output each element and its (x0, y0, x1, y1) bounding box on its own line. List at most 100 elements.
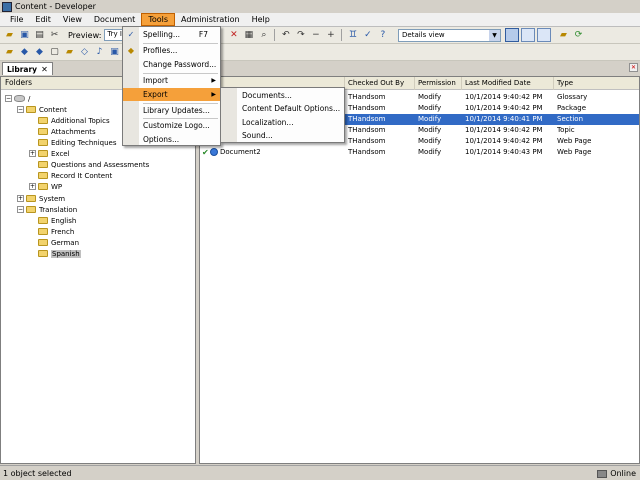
link-icon[interactable]: ◇ (78, 46, 91, 59)
menu-view[interactable]: View (57, 14, 88, 25)
checkout-icon[interactable]: ◆ (33, 46, 46, 59)
tree-node-attachments[interactable]: Attachments (38, 126, 96, 137)
menu-item-spelling[interactable]: ✓ Spelling... F7 (123, 28, 220, 41)
tree-node-record-it[interactable]: Record It Content (38, 170, 112, 181)
menu-item-library-updates[interactable]: Library Updates... (123, 104, 220, 117)
spelling-icon[interactable]: ✓ (361, 29, 374, 42)
cell-type: Web Page (557, 137, 592, 145)
tree-node-additional-topics[interactable]: Additional Topics (38, 115, 110, 126)
package-icon[interactable]: ▣ (108, 46, 121, 59)
menu-item-label: Sound... (242, 131, 273, 140)
open-folder-icon[interactable]: ▰ (3, 29, 16, 42)
tab-library[interactable]: Library ✕ (2, 62, 53, 75)
collapse-icon[interactable]: − (17, 206, 24, 213)
tree-node-label: System (39, 194, 66, 203)
tree-node-wp[interactable]: + WP (29, 181, 62, 192)
menu-item-export[interactable]: Export ▶ (123, 88, 220, 101)
cell-permission: Modify (418, 93, 442, 101)
print-icon[interactable]: ▤ (33, 29, 46, 42)
expand-icon[interactable]: + (17, 195, 24, 202)
menu-item-change-password[interactable]: Change Password... (123, 58, 220, 71)
tree-node-french[interactable]: French (38, 226, 74, 237)
table-row[interactable]: ✔ Document2 THandsom Modify 10/1/2014 9:… (200, 147, 639, 158)
column-permission[interactable]: Permission (415, 77, 462, 90)
menu-help[interactable]: Help (246, 14, 276, 25)
folder-icon (26, 206, 36, 213)
help-icon[interactable]: ? (376, 29, 389, 42)
folder-icon (38, 217, 48, 224)
tree-node-label: Excel (51, 149, 70, 158)
tree-node-german[interactable]: German (38, 237, 79, 248)
menu-item-profiles[interactable]: ◆ Profiles... (123, 44, 220, 57)
cut-icon[interactable]: ✂ (48, 29, 61, 42)
tree-node-questions[interactable]: Questions and Assessments (38, 159, 149, 170)
menu-item-sound[interactable]: Sound... (221, 129, 344, 142)
column-type[interactable]: Type (554, 77, 639, 90)
tree-node-editing-techniques[interactable]: Editing Techniques (38, 137, 117, 148)
tree-node-label: Translation (39, 205, 78, 214)
split-view-icon[interactable] (521, 28, 535, 42)
menu-item-customize-logo[interactable]: Customize Logo... (123, 119, 220, 132)
undo-icon[interactable]: ↶ (279, 29, 292, 42)
tree-node-content[interactable]: − Content (17, 104, 67, 115)
menu-item-localization[interactable]: Localization... (221, 116, 344, 129)
folder-icon (26, 195, 36, 202)
expand-icon[interactable]: + (29, 150, 36, 157)
binoculars-icon[interactable]: ♊ (346, 29, 359, 42)
tree-node-label: Questions and Assessments (51, 160, 150, 169)
menu-file[interactable]: File (4, 14, 29, 25)
menu-item-documents[interactable]: Documents... (221, 89, 344, 102)
menu-item-content-defaults[interactable]: Content Default Options... (221, 102, 344, 115)
menu-edit[interactable]: Edit (29, 14, 57, 25)
app-icon (2, 1, 12, 12)
tree-node-label: WP (51, 182, 63, 191)
tree-node-english[interactable]: English (38, 215, 76, 226)
folder-icon (38, 250, 48, 257)
menu-administration[interactable]: Administration (175, 14, 246, 25)
collapse-icon[interactable]: − (5, 95, 12, 102)
menu-document[interactable]: Document (88, 14, 141, 25)
collapse-icon[interactable]: − (17, 106, 24, 113)
tree-node-spanish[interactable]: Spanish (38, 248, 81, 259)
cell-modified: 10/1/2014 9:40:42 PM (465, 137, 543, 145)
cell-type: Section (557, 115, 584, 123)
details-view-icon[interactable] (505, 28, 519, 42)
tree-node-system[interactable]: + System (17, 193, 65, 204)
save-icon[interactable]: ▣ (18, 29, 31, 42)
menu-item-label: Customize Logo... (143, 121, 210, 130)
folder-icon (38, 172, 48, 179)
chevron-down-icon[interactable]: ▼ (489, 30, 500, 41)
tools-menu: ✓ Spelling... F7 ◆ Profiles... Change Pa… (122, 26, 221, 146)
expand-icon[interactable]: + (324, 29, 337, 42)
find-icon[interactable]: ⌕ (257, 29, 270, 42)
close-pane-icon[interactable]: ✕ (629, 63, 638, 72)
lock-icon[interactable]: ▢ (48, 46, 61, 59)
tree-node-excel[interactable]: + Excel (29, 148, 70, 159)
menu-item-options[interactable]: Options... (123, 133, 220, 146)
delete-icon[interactable]: ✕ (227, 29, 240, 42)
menu-item-import[interactable]: Import ▶ (123, 74, 220, 87)
sound-icon[interactable]: ♪ (93, 46, 106, 59)
collapse-icon[interactable]: − (309, 29, 322, 42)
close-icon[interactable]: ✕ (41, 65, 48, 74)
tree-node-translation[interactable]: − Translation (17, 204, 77, 215)
checkin-icon[interactable]: ◆ (18, 46, 31, 59)
column-checked-out-by[interactable]: Checked Out By (345, 77, 415, 90)
publish-icon[interactable]: ▰ (63, 46, 76, 59)
folder-icon (38, 161, 48, 168)
tree-node-root[interactable]: − / (5, 93, 30, 104)
refresh-icon[interactable]: ⟳ (572, 28, 585, 41)
properties-icon[interactable]: ▦ (242, 29, 255, 42)
expand-icon[interactable]: + (29, 183, 36, 190)
menu-item-label: Options... (143, 135, 180, 144)
view-mode-select[interactable]: Details view ▼ (398, 29, 501, 42)
new-document-icon[interactable]: ▰ (3, 46, 16, 59)
redo-icon[interactable]: ↷ (294, 29, 307, 42)
chevron-right-icon: ▶ (211, 77, 216, 84)
column-last-modified[interactable]: Last Modified Date (462, 77, 554, 90)
menu-tools[interactable]: Tools (141, 13, 176, 26)
list-view-icon[interactable] (537, 28, 551, 42)
checked-out-icon: ✔ (202, 148, 209, 157)
menu-item-label: Documents... (242, 91, 292, 100)
folder-up-icon[interactable]: ▰ (557, 28, 570, 41)
